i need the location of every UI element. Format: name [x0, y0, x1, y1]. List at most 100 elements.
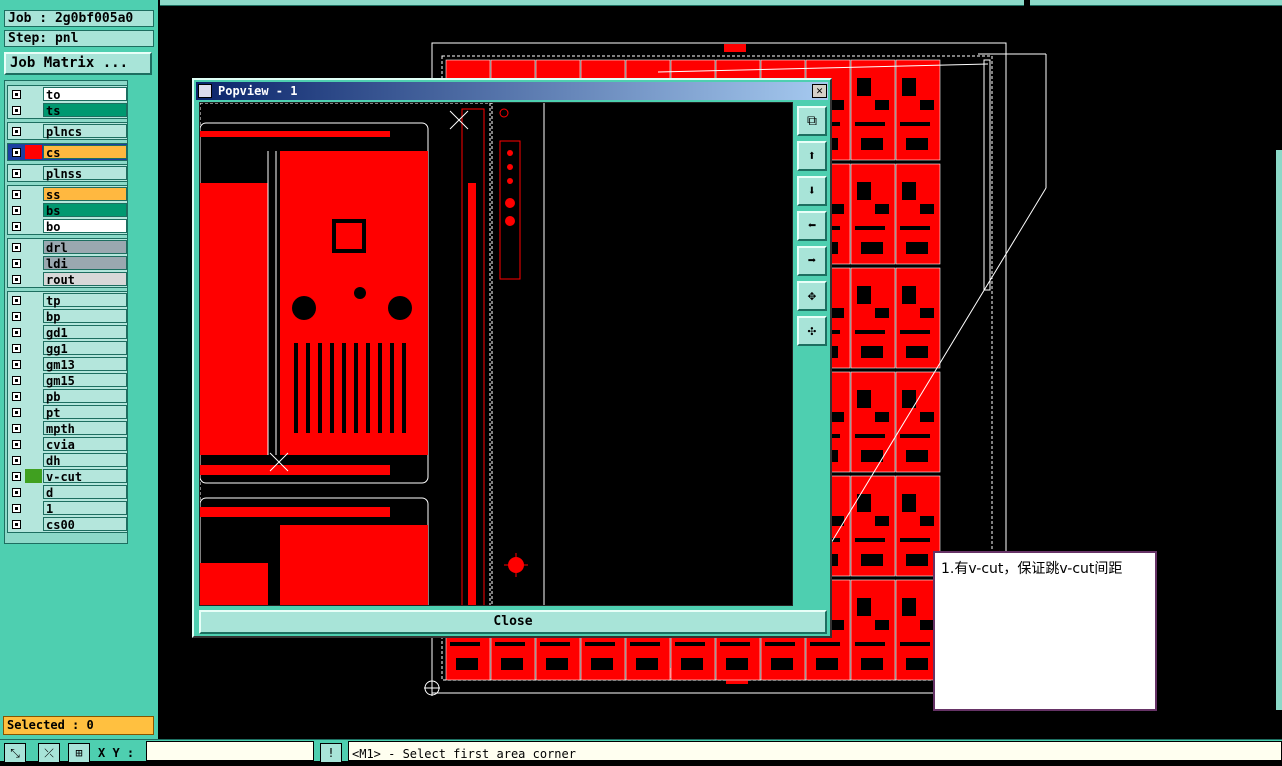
layer-color-swatch	[25, 437, 42, 451]
layer-checkbox[interactable]	[12, 455, 21, 465]
layer-checkbox[interactable]	[12, 423, 21, 433]
layer-group: ss bs bo	[7, 185, 128, 235]
layer-name: tp	[43, 293, 127, 308]
layer-row[interactable]: bp	[8, 308, 127, 324]
layer-row[interactable]: dh	[8, 452, 127, 468]
layer-row[interactable]: d	[8, 484, 127, 500]
layer-checkbox[interactable]	[12, 147, 21, 157]
layer-checkbox[interactable]	[12, 487, 21, 497]
zoom-in-icon[interactable]: ✥	[797, 281, 827, 311]
zoom-ic-body	[336, 223, 362, 249]
zoom-trace-gap	[330, 343, 334, 433]
layer-row[interactable]: bo	[8, 218, 127, 234]
job-matrix-button[interactable]: Job Matrix ...	[4, 52, 152, 75]
close-icon[interactable]: ✕	[812, 84, 827, 98]
layer-row[interactable]: 1	[8, 500, 127, 516]
layer-checkbox[interactable]	[12, 295, 21, 305]
layer-checkbox[interactable]	[12, 311, 21, 321]
layer-row[interactable]: gg1	[8, 340, 127, 356]
layer-row[interactable]: plnss	[8, 165, 127, 181]
zoom-fit-icon[interactable]: ⧉	[797, 106, 827, 136]
zoom-trace-gap	[354, 343, 358, 433]
layer-name: cvia	[43, 437, 127, 452]
board-cutout	[861, 658, 883, 670]
layer-checkbox[interactable]	[12, 519, 21, 529]
layer-row[interactable]: ts	[8, 102, 127, 118]
layer-checkbox[interactable]	[12, 359, 21, 369]
board-cutout	[726, 658, 748, 670]
layer-color-swatch	[25, 166, 42, 180]
board-cutout	[920, 100, 934, 110]
layer-checkbox[interactable]	[12, 242, 21, 252]
layer-checkbox[interactable]	[12, 274, 21, 284]
pan-down-icon[interactable]: ⬇	[797, 176, 827, 206]
layer-checkbox[interactable]	[12, 168, 21, 178]
layer-checkbox[interactable]	[12, 503, 21, 513]
layer-name: bs	[43, 203, 127, 218]
board-cutout	[906, 554, 928, 566]
cross-arrow-icon[interactable]: ⤫	[38, 743, 60, 763]
layer-checkbox[interactable]	[12, 343, 21, 353]
layer-checkbox[interactable]	[12, 258, 21, 268]
layer-row[interactable]: to	[8, 86, 127, 102]
right-scrollbar[interactable]	[1276, 150, 1282, 710]
layer-checkbox[interactable]	[12, 105, 21, 115]
layer-checkbox[interactable]	[12, 189, 21, 199]
layer-row[interactable]: bs	[8, 202, 127, 218]
xy-input[interactable]	[146, 741, 314, 761]
board-cutout	[902, 494, 916, 512]
popview-canvas[interactable]	[199, 102, 793, 606]
grid-icon[interactable]: ⊞	[68, 743, 90, 763]
layer-name: gm15	[43, 373, 127, 388]
layer-row[interactable]: gm15	[8, 372, 127, 388]
layer-checkbox[interactable]	[12, 327, 21, 337]
layer-checkbox[interactable]	[12, 221, 21, 231]
layer-row[interactable]: cvia	[8, 436, 127, 452]
layer-row[interactable]: drl	[8, 239, 127, 255]
layer-checkbox[interactable]	[12, 89, 21, 99]
layer-checkbox[interactable]	[12, 439, 21, 449]
layer-checkbox[interactable]	[12, 205, 21, 215]
alert-icon[interactable]: !	[320, 743, 342, 763]
layer-name: ts	[43, 103, 127, 118]
board-cutout	[501, 658, 523, 670]
layer-row[interactable]: plncs	[8, 123, 127, 139]
close-button[interactable]: Close	[199, 610, 827, 634]
xy-label: X Y :	[98, 746, 135, 760]
board-trace-gap	[900, 122, 930, 126]
board-cutout	[857, 390, 871, 408]
layer-row[interactable]: gd1	[8, 324, 127, 340]
board-trace-gap	[675, 642, 705, 646]
pan-left-icon[interactable]: ⬅	[797, 211, 827, 241]
zoom-pad-row	[200, 131, 390, 137]
layer-row[interactable]: rout	[8, 271, 127, 287]
layer-checkbox[interactable]	[12, 407, 21, 417]
zoom-trace-gap	[342, 343, 346, 433]
selected-count: Selected : 0	[3, 716, 154, 735]
layer-name: cs	[43, 145, 127, 160]
layer-row[interactable]: ldi	[8, 255, 127, 271]
zoom-arrow-icon[interactable]: ⤡	[4, 743, 26, 763]
layer-row[interactable]: cs00	[8, 516, 127, 532]
pan-up-icon[interactable]: ⬆	[797, 141, 827, 171]
layer-row[interactable]: mpth	[8, 420, 127, 436]
layer-row[interactable]: pt	[8, 404, 127, 420]
zoom-out-icon[interactable]: ✣	[797, 316, 827, 346]
layer-row[interactable]: cs	[8, 144, 127, 160]
board-cutout	[875, 308, 889, 318]
board-cutout	[857, 78, 871, 96]
layer-row[interactable]: tp	[8, 292, 127, 308]
layer-group: plncs	[7, 122, 128, 140]
board-cutout	[681, 658, 703, 670]
zoom-trace-gap	[378, 343, 382, 433]
layer-color-swatch	[25, 517, 42, 531]
layer-row[interactable]: gm13	[8, 356, 127, 372]
layer-row[interactable]: pb	[8, 388, 127, 404]
pan-right-icon[interactable]: ➡	[797, 246, 827, 276]
layer-checkbox[interactable]	[12, 391, 21, 401]
layer-checkbox[interactable]	[12, 471, 21, 481]
layer-row[interactable]: v-cut	[8, 468, 127, 484]
layer-row[interactable]: ss	[8, 186, 127, 202]
layer-checkbox[interactable]	[12, 126, 21, 136]
layer-checkbox[interactable]	[12, 375, 21, 385]
